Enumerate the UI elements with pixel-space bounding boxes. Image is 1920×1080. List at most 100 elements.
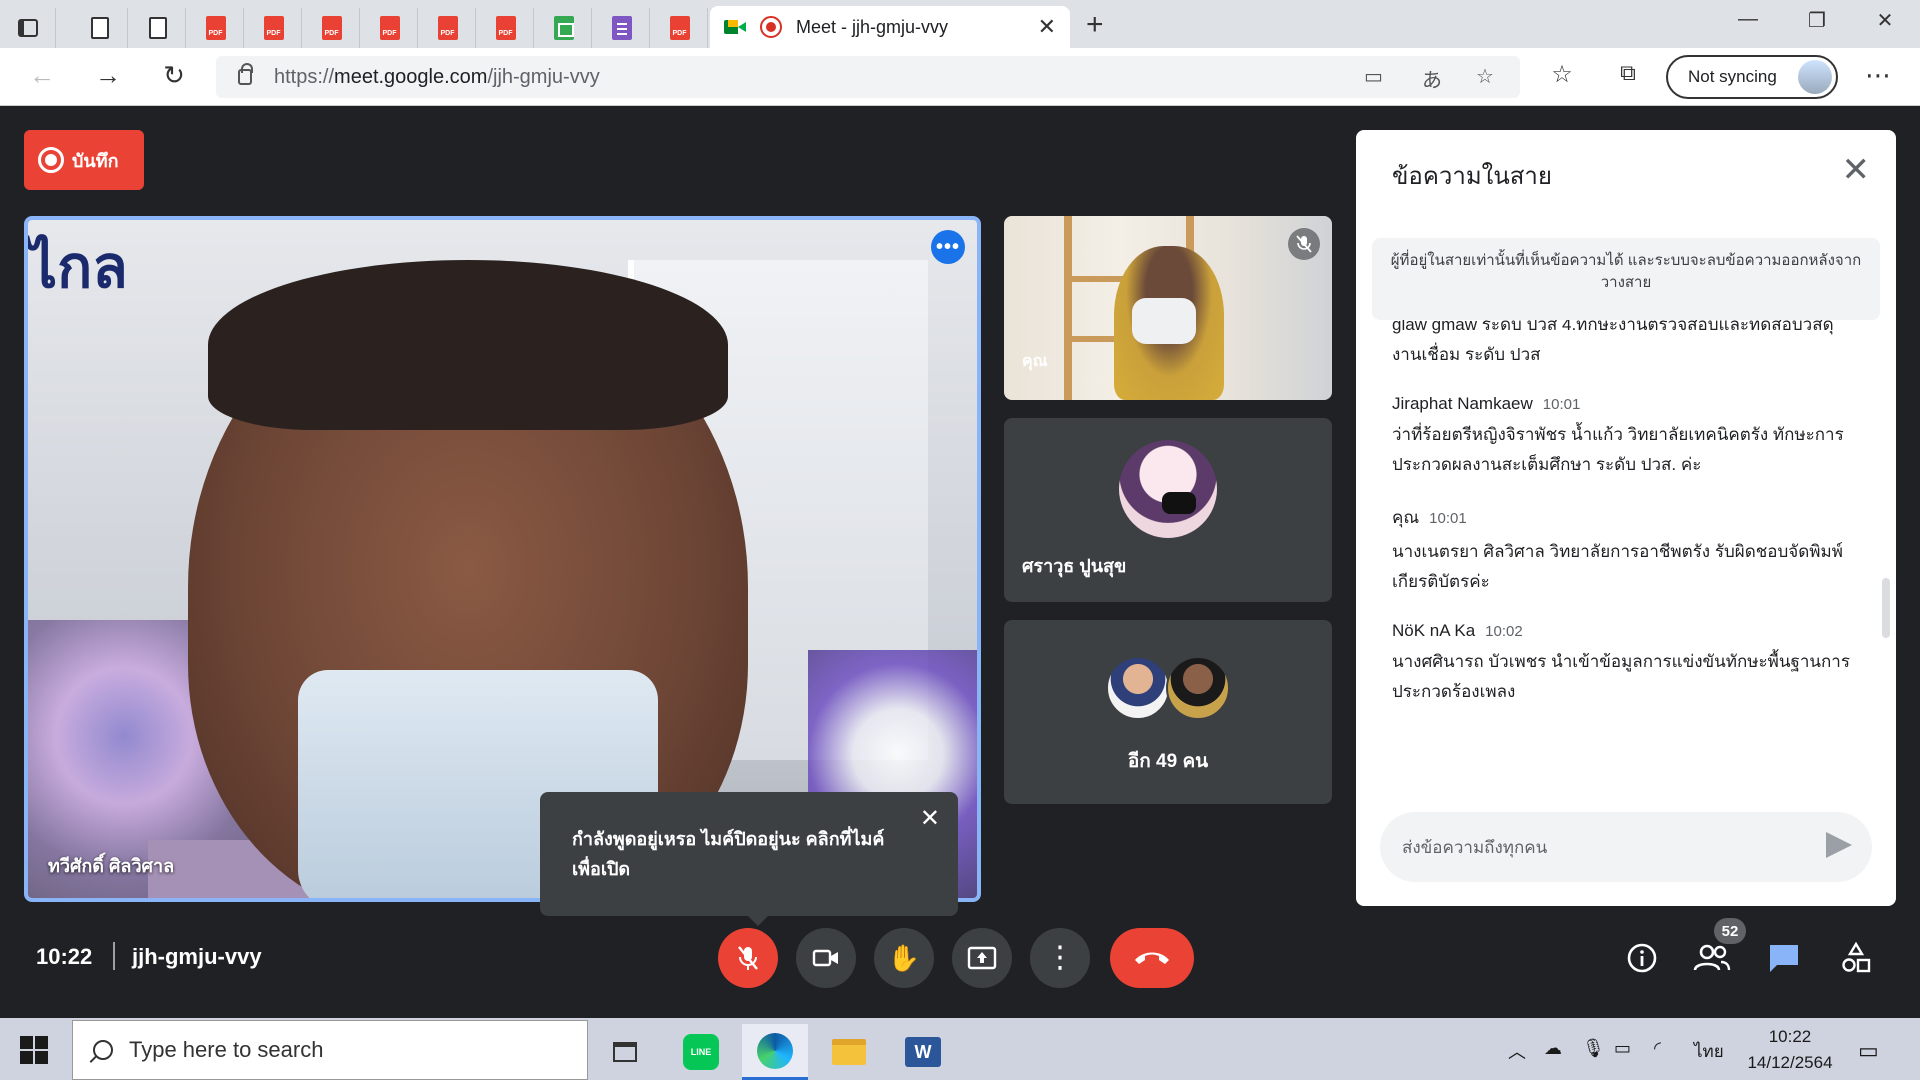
tab-meet-active[interactable]: Meet - jjh-gmju-vvy ✕ [710, 6, 1070, 48]
message-text: ว่าที่ร้อยตรีหญิงจิราพัชร น้ำแก้ว วิทยาล… [1392, 425, 1844, 474]
address-bar[interactable]: https://meet.google.com/jjh-gmju-vvy ▭ あ… [216, 56, 1520, 98]
task-view-icon[interactable] [592, 1024, 658, 1080]
chat-message: คุณ 10:01 นางเนตรยา ศิลวิศาล วิทยาลัยการอ… [1392, 504, 1862, 597]
notifications-icon[interactable]: ▭ [1858, 1038, 1879, 1064]
close-tab-icon[interactable]: ✕ [1038, 14, 1056, 40]
search-placeholder: Type here to search [129, 1037, 324, 1062]
tab-title: Meet - jjh-gmju-vvy [796, 16, 949, 37]
show-hidden-icons-icon[interactable]: ︿ [1508, 1038, 1526, 1064]
pdf-icon: PDF [669, 16, 690, 40]
back-icon[interactable]: ← [22, 60, 62, 91]
wifi-icon[interactable]: ◜ [1654, 1038, 1661, 1059]
onedrive-icon[interactable]: ☁ [1544, 1038, 1562, 1059]
send-icon[interactable] [1826, 832, 1852, 858]
translate-icon[interactable]: あ [1422, 64, 1442, 93]
minimize-icon[interactable]: — [1713, 8, 1783, 31]
tab-actions-icon[interactable] [0, 8, 56, 48]
tab-forms[interactable] [594, 8, 650, 48]
record-label: บันทึก [72, 150, 119, 171]
browser-toolbar: ← → ↻ https://meet.google.com/jjh-gmju-v… [0, 48, 1920, 106]
input-language[interactable]: ไทย [1694, 1038, 1724, 1065]
self-label: คุณ [1022, 353, 1048, 370]
chat-title: ข้อความในสาย [1392, 163, 1552, 190]
pdf-icon: PDF [437, 16, 458, 40]
present-screen-icon [967, 946, 997, 970]
message-text: นางเนตรยา ศิลวิศาล วิทยาลัยการอาชีพตรัง … [1392, 542, 1843, 591]
video-camera-icon [812, 949, 838, 967]
microphone-icon[interactable]: 🎙 [1582, 1038, 1605, 1059]
restore-icon[interactable]: ❐ [1782, 8, 1852, 33]
message-sender: Jiraphat Namkaew [1392, 394, 1533, 413]
chat-input[interactable]: ส่งข้อความถึงทุกคน [1380, 812, 1872, 882]
tab-pdf-6[interactable]: PDF [478, 8, 534, 48]
battery-icon[interactable]: ▭ [1614, 1038, 1631, 1059]
tab-doc-2[interactable] [130, 8, 186, 48]
tab-pdf-2[interactable]: PDF [246, 8, 302, 48]
file-explorer-icon[interactable] [816, 1024, 882, 1080]
recording-button[interactable]: บันทึก [24, 130, 144, 190]
windows-start-icon[interactable] [20, 1036, 48, 1064]
raise-hand-button[interactable]: ✋ [874, 928, 934, 988]
message-text: นางศศินารถ บัวเพชร นำเข้าข้อมูลการแข่งขั… [1392, 652, 1850, 701]
more-vert-icon: ⋮ [1045, 941, 1075, 974]
participant-tile[interactable]: ศราวุธ ปูนสุข [1004, 418, 1332, 602]
profile-sync-button[interactable]: Not syncing [1666, 55, 1838, 99]
tile-options-icon[interactable]: ••• [931, 230, 965, 264]
add-favorite-icon[interactable]: ☆ [1476, 64, 1494, 89]
participant-count-badge: 52 [1714, 918, 1746, 944]
message-time: 10:01 [1429, 510, 1467, 527]
avatar [1166, 656, 1230, 720]
line-app-icon[interactable]: LINE [668, 1024, 734, 1080]
system-clock[interactable]: 10:22 14/12/2564 [1740, 1024, 1840, 1076]
participant-name: ศราวุธ ปูนสุข [1022, 556, 1127, 576]
new-tab-icon[interactable]: + [1086, 8, 1104, 42]
forward-icon[interactable]: → [88, 60, 128, 91]
self-video-mask [1132, 298, 1196, 344]
leave-call-button[interactable] [1110, 928, 1194, 988]
camera-toggle-button[interactable] [796, 928, 856, 988]
taskbar-search[interactable]: Type here to search [72, 1020, 588, 1080]
chat-notice: ผู้ที่อยู่ในสายเท่านั้นที่เห็นข้อความได้… [1372, 238, 1880, 320]
meeting-details-icon[interactable] [1618, 934, 1666, 982]
sheets-icon [553, 16, 574, 40]
favorites-icon[interactable]: ☆ [1542, 60, 1582, 89]
camera-icon[interactable]: ▭ [1364, 64, 1383, 89]
google-meet-icon [724, 18, 746, 36]
close-chat-icon[interactable]: ✕ [1842, 150, 1871, 190]
tab-pdf-7[interactable]: PDF [652, 8, 708, 48]
tab-pdf-3[interactable]: PDF [304, 8, 360, 48]
close-tooltip-icon[interactable]: ✕ [920, 804, 940, 834]
self-tile[interactable]: คุณ [1004, 216, 1332, 400]
mic-toggle-button[interactable] [718, 928, 778, 988]
tab-sheets[interactable] [536, 8, 592, 48]
mic-muted-tooltip: กำลังพูดอยู่เหรอ ไมค์ปิดอยู่นะ คลิกที่ไม… [540, 792, 958, 926]
word-app-icon[interactable]: W [890, 1024, 956, 1080]
chat-messages: glaw gmaw ระดับ ปวส 4.ทักษะงานตรวจสอบและ… [1392, 320, 1862, 810]
tab-doc-1[interactable] [72, 8, 128, 48]
record-icon [38, 147, 64, 173]
doc-icon [90, 17, 109, 39]
edge-browser-icon[interactable] [742, 1024, 808, 1080]
tab-pdf-1[interactable]: PDF [188, 8, 244, 48]
chat-message: NöK nA Ka 10:02 นางศศินารถ บัวเพชร นำเข้า… [1392, 621, 1862, 707]
activities-icon[interactable] [1832, 934, 1880, 982]
sync-label: Not syncing [1688, 67, 1777, 86]
chat-scrollbar[interactable] [1882, 578, 1890, 638]
mic-off-icon [1288, 228, 1320, 260]
close-window-icon[interactable]: ✕ [1850, 8, 1920, 33]
more-options-icon[interactable]: ⋯ [1858, 60, 1898, 91]
background-sign: ไกล [28, 233, 128, 301]
pdf-icon: PDF [205, 16, 226, 40]
collections-icon[interactable]: ⧉ [1608, 60, 1648, 86]
recording-indicator-icon [760, 16, 782, 38]
more-options-button[interactable]: ⋮ [1030, 928, 1090, 988]
more-participants-tile[interactable]: อีก 49 คน [1004, 620, 1332, 804]
present-button[interactable] [952, 928, 1012, 988]
message-sender: NöK nA Ka [1392, 621, 1476, 640]
meeting-time: 10:22 [36, 944, 93, 969]
avatar [1119, 440, 1217, 538]
tab-pdf-5[interactable]: PDF [420, 8, 476, 48]
reload-icon[interactable]: ↻ [154, 60, 194, 91]
chat-icon[interactable] [1760, 934, 1808, 982]
tab-pdf-4[interactable]: PDF [362, 8, 418, 48]
